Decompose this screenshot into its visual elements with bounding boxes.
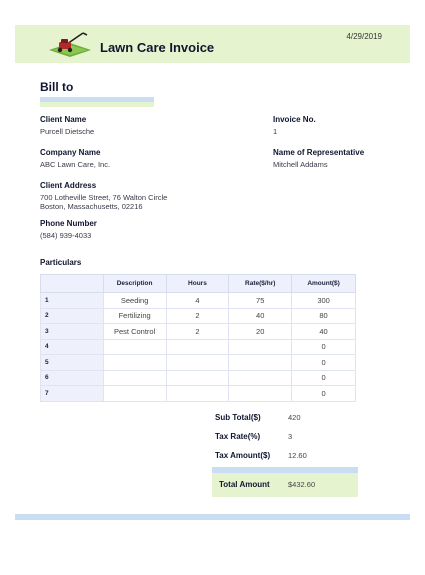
particulars-heading: Particulars xyxy=(40,258,82,267)
invoice-no-value: 1 xyxy=(273,127,278,136)
amount-cell: 0 xyxy=(291,338,356,355)
table-row: 5 0 xyxy=(40,354,356,371)
tax-amount-label: Tax Amount($) xyxy=(215,451,271,460)
phone-label: Phone Number xyxy=(40,219,97,228)
rate-cell: 40 xyxy=(228,307,293,324)
rate-cell: 20 xyxy=(228,323,293,340)
rate-cell: 75 xyxy=(228,292,293,309)
amount-cell: 0 xyxy=(291,369,356,386)
hours-cell: 2 xyxy=(165,323,230,340)
representative-value: Mitchell Addams xyxy=(273,160,328,169)
description-cell xyxy=(102,354,167,371)
table-row: 3 Pest Control 2 20 40 xyxy=(40,323,356,340)
column-header xyxy=(40,274,104,293)
table-row: 6 0 xyxy=(40,369,356,386)
amount-cell: 300 xyxy=(291,292,356,309)
table-row: 4 0 xyxy=(40,338,356,355)
row-number: 6 xyxy=(40,369,104,386)
lawn-mower-icon xyxy=(49,32,91,57)
table-row: 2 Fertilizing 2 40 80 xyxy=(40,307,356,324)
amount-cell: 0 xyxy=(291,354,356,371)
phone-value: (584) 939-4033 xyxy=(40,231,92,240)
table-header-row: Description Hours Rate($/hr) Amount($) xyxy=(40,274,356,293)
row-number: 5 xyxy=(40,354,104,371)
hours-cell xyxy=(165,338,230,355)
column-header: Rate($/hr) xyxy=(228,274,293,293)
amount-cell: 80 xyxy=(291,307,356,324)
row-number: 4 xyxy=(40,338,104,355)
amount-cell: 0 xyxy=(291,385,356,402)
description-cell: Pest Control xyxy=(102,323,167,340)
description-cell xyxy=(102,369,167,386)
total-amount-value: $432.60 xyxy=(288,480,316,489)
rate-cell xyxy=(228,369,293,386)
hours-cell xyxy=(165,369,230,386)
hours-cell: 4 xyxy=(165,292,230,309)
company-name-value: ABC Lawn Care, Inc. xyxy=(40,160,111,169)
subtotal-label: Sub Total($) xyxy=(215,413,261,422)
row-number: 7 xyxy=(40,385,104,402)
column-header: Amount($) xyxy=(291,274,356,293)
amount-cell: 40 xyxy=(291,323,356,340)
column-header: Description xyxy=(102,274,167,293)
row-number: 1 xyxy=(40,292,104,309)
company-name-label: Company Name xyxy=(40,148,101,157)
representative-label: Name of Representative xyxy=(273,148,365,157)
table-row: 7 0 xyxy=(40,385,356,402)
rate-cell xyxy=(228,385,293,402)
subtotal-value: 420 xyxy=(288,413,301,422)
hours-cell: 2 xyxy=(165,307,230,324)
description-cell: Seeding xyxy=(102,292,167,309)
invoice-no-label: Invoice No. xyxy=(273,115,316,124)
particulars-table: Description Hours Rate($/hr) Amount($) 1… xyxy=(40,274,356,402)
column-header: Hours xyxy=(165,274,230,293)
tax-amount-value: 12.60 xyxy=(288,451,307,460)
hours-cell xyxy=(165,354,230,371)
table-row: 1 Seeding 4 75 300 xyxy=(40,292,356,309)
client-address-line2: Boston, Massachusetts, 02216 xyxy=(40,202,143,211)
footer-bar xyxy=(15,514,410,520)
description-cell xyxy=(102,338,167,355)
rate-cell xyxy=(228,338,293,355)
accent-bar-green xyxy=(40,102,154,107)
invoice-date: 4/29/2019 xyxy=(346,32,382,41)
tax-rate-value: 3 xyxy=(288,432,293,441)
description-cell xyxy=(102,385,167,402)
client-name-label: Client Name xyxy=(40,115,87,124)
hours-cell xyxy=(165,385,230,402)
total-amount-label: Total Amount xyxy=(219,480,270,489)
tax-rate-label: Tax Rate(%) xyxy=(215,432,261,441)
description-cell: Fertilizing xyxy=(102,307,167,324)
client-address-label: Client Address xyxy=(40,181,97,190)
row-number: 3 xyxy=(40,323,104,340)
row-number: 2 xyxy=(40,307,104,324)
client-name-value: Purcell Dietsche xyxy=(40,127,95,136)
rate-cell xyxy=(228,354,293,371)
page-title: Lawn Care Invoice xyxy=(100,40,215,55)
bill-to-heading: Bill to xyxy=(40,80,74,94)
